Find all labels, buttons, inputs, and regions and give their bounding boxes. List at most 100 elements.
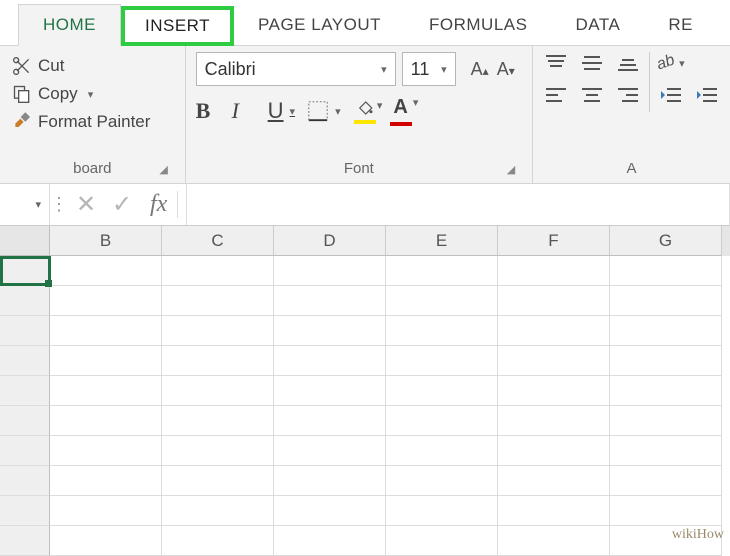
format-painter-button[interactable]: Format Painter bbox=[10, 108, 175, 136]
column-header[interactable]: G bbox=[610, 226, 722, 256]
cell[interactable] bbox=[50, 376, 162, 406]
cell[interactable] bbox=[162, 526, 274, 556]
cell[interactable] bbox=[162, 346, 274, 376]
tab-formulas[interactable]: FORMULAS bbox=[405, 5, 551, 45]
cell[interactable] bbox=[386, 316, 498, 346]
cell[interactable] bbox=[498, 526, 610, 556]
cell[interactable] bbox=[610, 466, 722, 496]
cell[interactable] bbox=[162, 376, 274, 406]
cell[interactable] bbox=[274, 466, 386, 496]
cell[interactable] bbox=[162, 466, 274, 496]
row-header[interactable] bbox=[0, 376, 50, 406]
row-header[interactable] bbox=[0, 316, 50, 346]
row-header[interactable] bbox=[0, 526, 50, 556]
decrease-font-button[interactable]: A▾ bbox=[494, 55, 518, 84]
cell[interactable] bbox=[386, 286, 498, 316]
cell[interactable] bbox=[162, 256, 274, 286]
cell[interactable] bbox=[386, 496, 498, 526]
orientation-button[interactable]: ab▾ bbox=[658, 52, 684, 74]
tab-data[interactable]: DATA bbox=[551, 5, 644, 45]
cell[interactable] bbox=[274, 526, 386, 556]
cell[interactable] bbox=[498, 346, 610, 376]
cell[interactable] bbox=[498, 316, 610, 346]
cell[interactable] bbox=[610, 496, 722, 526]
align-bottom-button[interactable] bbox=[615, 52, 641, 74]
tab-home[interactable]: HOME bbox=[18, 4, 121, 46]
cell[interactable] bbox=[498, 286, 610, 316]
cell[interactable] bbox=[386, 346, 498, 376]
font-family-select[interactable]: Calibri ▾ bbox=[196, 52, 396, 86]
name-box[interactable]: ▾ bbox=[0, 184, 50, 225]
fill-color-button[interactable]: ▾ bbox=[353, 99, 377, 124]
copy-button[interactable]: Copy ▾ bbox=[10, 80, 175, 108]
row-header[interactable] bbox=[0, 346, 50, 376]
cell[interactable] bbox=[50, 406, 162, 436]
select-all-corner[interactable] bbox=[0, 226, 50, 256]
align-center-button[interactable] bbox=[579, 84, 605, 106]
cell[interactable] bbox=[274, 376, 386, 406]
cell[interactable] bbox=[274, 286, 386, 316]
borders-button[interactable]: ▾ bbox=[307, 100, 341, 122]
cell[interactable] bbox=[498, 466, 610, 496]
row-header[interactable] bbox=[0, 466, 50, 496]
cell[interactable] bbox=[386, 406, 498, 436]
cell[interactable] bbox=[162, 316, 274, 346]
font-launcher-icon[interactable]: ◢ bbox=[504, 163, 518, 177]
cell[interactable] bbox=[498, 376, 610, 406]
cell[interactable] bbox=[50, 316, 162, 346]
cell[interactable] bbox=[498, 436, 610, 466]
decrease-indent-button[interactable] bbox=[658, 84, 684, 106]
underline-button[interactable]: U▾ bbox=[268, 98, 295, 124]
column-header[interactable]: B bbox=[50, 226, 162, 256]
cell[interactable] bbox=[274, 316, 386, 346]
cell[interactable] bbox=[50, 346, 162, 376]
cell[interactable] bbox=[386, 376, 498, 406]
cell[interactable] bbox=[274, 346, 386, 376]
cell[interactable] bbox=[50, 436, 162, 466]
column-header[interactable]: F bbox=[498, 226, 610, 256]
cancel-formula-button[interactable]: ✕ bbox=[68, 190, 104, 219]
cell[interactable] bbox=[386, 526, 498, 556]
cell[interactable] bbox=[162, 436, 274, 466]
row-header[interactable] bbox=[0, 406, 50, 436]
tab-review[interactable]: RE bbox=[644, 5, 717, 45]
increase-indent-button[interactable] bbox=[694, 84, 720, 106]
cell[interactable] bbox=[610, 346, 722, 376]
cell[interactable] bbox=[610, 436, 722, 466]
cell[interactable] bbox=[274, 436, 386, 466]
tab-page-layout[interactable]: PAGE LAYOUT bbox=[234, 5, 405, 45]
cut-button[interactable]: Cut bbox=[10, 52, 175, 80]
font-size-select[interactable]: 11 ▾ bbox=[402, 52, 456, 86]
cell[interactable] bbox=[162, 286, 274, 316]
cell[interactable] bbox=[50, 496, 162, 526]
increase-font-button[interactable]: A▴ bbox=[468, 55, 492, 84]
cell[interactable] bbox=[50, 526, 162, 556]
cell[interactable] bbox=[162, 496, 274, 526]
align-right-button[interactable] bbox=[615, 84, 641, 106]
cell[interactable] bbox=[386, 256, 498, 286]
align-top-button[interactable] bbox=[543, 52, 569, 74]
formula-input[interactable] bbox=[186, 184, 730, 225]
cell[interactable] bbox=[386, 466, 498, 496]
row-header[interactable] bbox=[0, 436, 50, 466]
cell[interactable] bbox=[50, 466, 162, 496]
cell[interactable] bbox=[610, 406, 722, 436]
clipboard-launcher-icon[interactable]: ◢ bbox=[157, 163, 171, 177]
cell[interactable] bbox=[162, 406, 274, 436]
cell[interactable] bbox=[498, 406, 610, 436]
cell[interactable] bbox=[274, 406, 386, 436]
tab-insert[interactable]: INSERT bbox=[121, 6, 234, 46]
row-header[interactable] bbox=[0, 286, 50, 316]
cell[interactable] bbox=[610, 376, 722, 406]
align-left-button[interactable] bbox=[543, 84, 569, 106]
enter-formula-button[interactable]: ✓ bbox=[104, 190, 140, 219]
cell[interactable] bbox=[50, 256, 162, 286]
bold-button[interactable]: B bbox=[196, 98, 220, 124]
cell[interactable] bbox=[498, 496, 610, 526]
cell[interactable] bbox=[610, 286, 722, 316]
cell[interactable] bbox=[386, 436, 498, 466]
cell[interactable] bbox=[274, 256, 386, 286]
column-header[interactable]: E bbox=[386, 226, 498, 256]
cell[interactable] bbox=[610, 316, 722, 346]
cell[interactable] bbox=[610, 256, 722, 286]
